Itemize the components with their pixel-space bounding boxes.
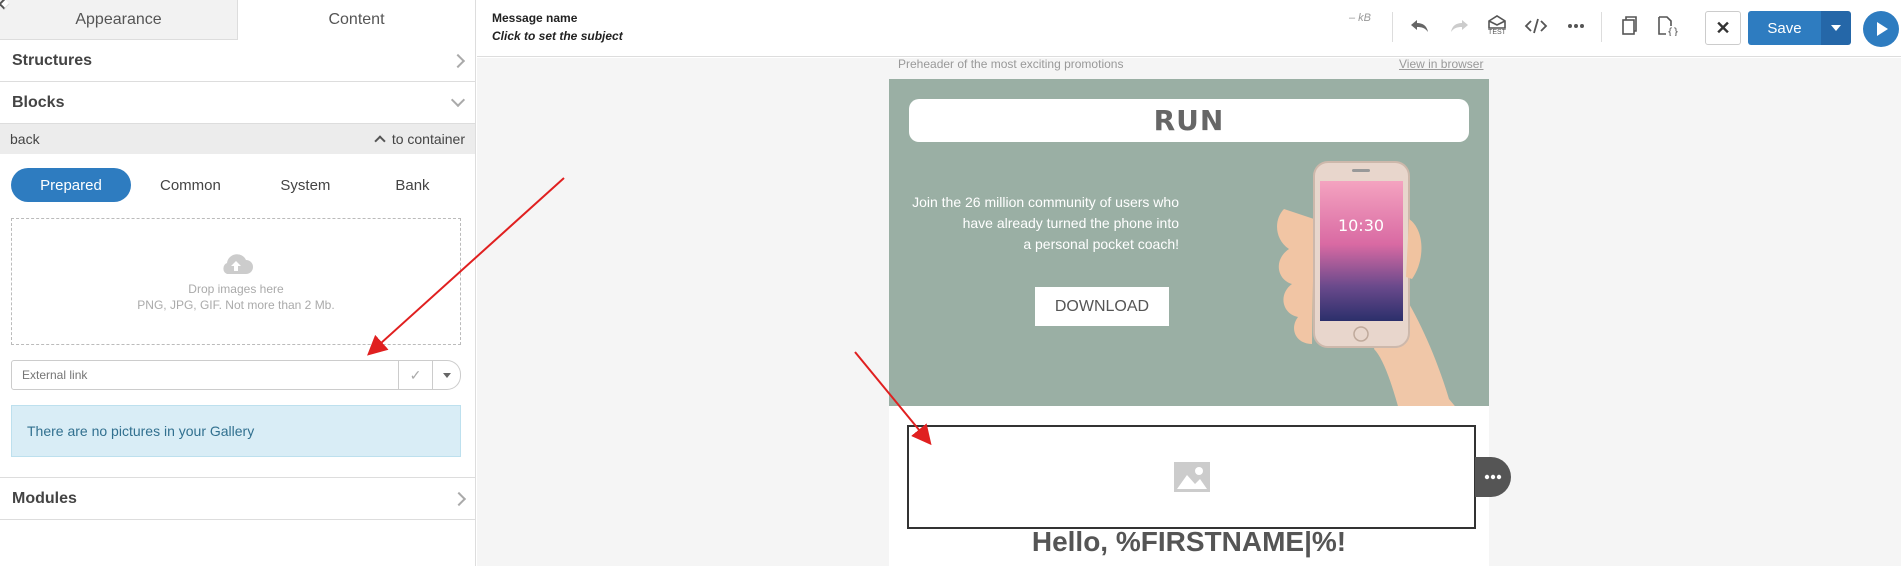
chevron-right-icon	[450, 53, 466, 68]
link-options-dropdown[interactable]	[433, 360, 461, 390]
view-in-browser-link[interactable]: View in browser	[1399, 57, 1483, 71]
section-structures[interactable]: Structures	[0, 40, 475, 82]
block-type-tabs: Prepared Common System Bank	[0, 168, 475, 202]
undo-icon[interactable]	[1408, 14, 1432, 38]
section-modules-label: Modules	[12, 489, 77, 507]
hero-block[interactable]: RUN Join the 26 million community of use…	[889, 79, 1489, 406]
blocks-navbar: back to container	[0, 0, 475, 154]
section-modules-wrap: Modules	[0, 477, 476, 520]
back-link[interactable]: back	[0, 0, 40, 147]
editor-toolbar: Message name Click to set the subject – …	[477, 0, 1901, 57]
tab-bank[interactable]: Bank	[361, 168, 464, 202]
close-icon: ✕	[1715, 17, 1731, 38]
hero-text-line: a personal pocket coach!	[1023, 236, 1179, 252]
dropzone-formats: PNG, JPG, GIF. Not more than 2 Mb.	[137, 297, 335, 312]
external-link-input[interactable]	[11, 360, 399, 390]
tab-appearance[interactable]: Appearance	[0, 0, 237, 40]
to-container-link[interactable]: to container	[374, 131, 465, 147]
tab-prepared[interactable]: Prepared	[11, 168, 131, 202]
redo-icon[interactable]	[1447, 14, 1471, 38]
gallery-empty-message: There are no pictures in your Gallery	[11, 405, 461, 457]
image-block-placeholder[interactable]	[907, 425, 1476, 529]
svg-text:{}: {}	[1667, 27, 1679, 36]
confirm-link-button[interactable]: ✓	[399, 360, 433, 390]
section-blocks[interactable]: Blocks	[0, 82, 475, 124]
message-name[interactable]: Message name	[492, 11, 577, 25]
message-size: – kB	[1349, 12, 1372, 24]
check-icon: ✓	[409, 366, 422, 383]
phone-in-hand-image[interactable]: 10:30	[1234, 159, 1484, 406]
dropzone-text: Drop images here	[188, 281, 284, 296]
divider	[1601, 12, 1602, 42]
tab-common[interactable]: Common	[131, 168, 250, 202]
more-icon	[1484, 474, 1502, 480]
back-label: back	[10, 131, 40, 147]
phone-time: 10:30	[1338, 216, 1384, 235]
code-icon[interactable]	[1524, 14, 1548, 38]
tab-content[interactable]: Content	[237, 0, 475, 40]
close-button[interactable]: ✕	[1705, 11, 1741, 45]
image-placeholder-icon	[1173, 462, 1210, 492]
section-blocks-label: Blocks	[12, 93, 65, 111]
test-label: TEST	[1488, 29, 1506, 36]
save-button[interactable]: Save	[1748, 11, 1821, 45]
hero-text[interactable]: Join the 26 million community of users w…	[909, 192, 1179, 255]
run-button[interactable]	[1863, 11, 1899, 47]
tab-system[interactable]: System	[250, 168, 361, 202]
hero-text-line: have already turned the phone into	[962, 215, 1179, 231]
cloud-upload-icon	[223, 253, 253, 274]
image-dropzone[interactable]: Drop images here PNG, JPG, GIF. Not more…	[11, 218, 461, 345]
hero-text-line: Join the 26 million community of users w…	[912, 194, 1179, 210]
test-email-icon[interactable]: TEST	[1485, 14, 1509, 38]
copy-icon[interactable]	[1617, 14, 1641, 38]
chevron-down-icon	[450, 92, 466, 107]
play-icon	[1877, 22, 1888, 36]
caret-down-icon	[1831, 25, 1841, 31]
chevron-up-icon	[374, 135, 386, 147]
to-container-label: to container	[391, 131, 465, 147]
greeting-heading[interactable]: Hello, %FIRSTNAME|%!	[889, 526, 1489, 558]
divider	[1392, 12, 1393, 42]
chevron-right-icon	[451, 491, 467, 506]
save-options-button[interactable]	[1821, 11, 1851, 45]
caret-down-icon	[442, 372, 451, 378]
external-link-group: ✓	[11, 360, 461, 390]
download-button[interactable]: DOWNLOAD	[1035, 287, 1169, 326]
section-modules[interactable]: Modules	[0, 478, 476, 520]
panel-tabs: Appearance Content	[0, 0, 475, 40]
template-code-icon[interactable]: {}	[1656, 14, 1680, 38]
section-structures-label: Structures	[12, 51, 93, 69]
subject-field[interactable]: Click to set the subject	[492, 29, 623, 43]
logo-bar[interactable]: RUN	[909, 99, 1469, 142]
left-panel: Appearance Content Structures Blocks bac…	[0, 0, 476, 566]
more-icon[interactable]	[1564, 14, 1588, 38]
